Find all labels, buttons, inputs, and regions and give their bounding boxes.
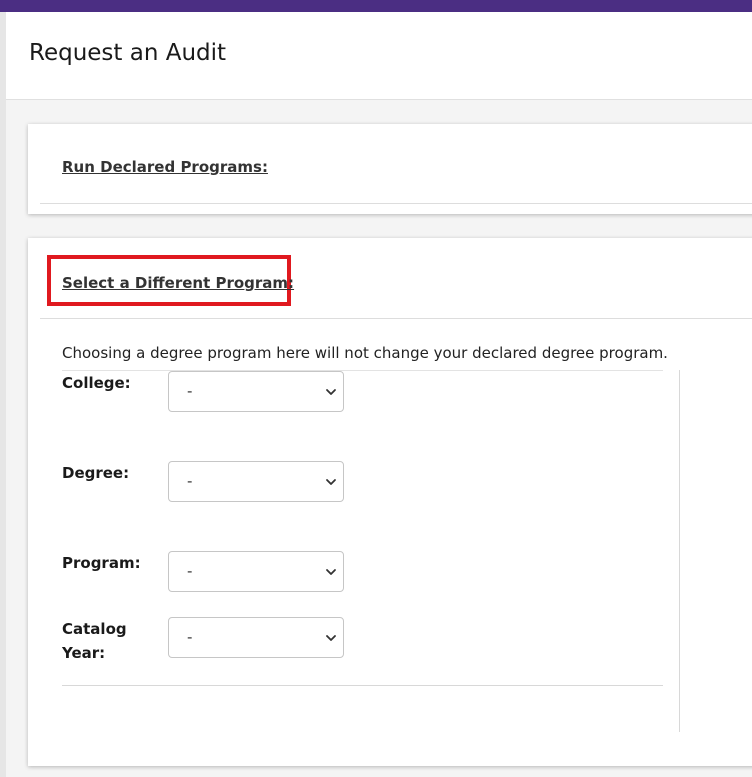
degree-select-value: - xyxy=(187,472,193,490)
chevron-down-icon xyxy=(326,569,336,575)
run-declared-programs-link[interactable]: Run Declared Programs: xyxy=(62,158,268,176)
program-select-value: - xyxy=(187,562,193,580)
chevron-down-icon xyxy=(326,389,336,395)
page-title: Request an Audit xyxy=(29,40,227,66)
chevron-down-icon xyxy=(326,479,336,485)
catalog-year-label: Catalog Year: xyxy=(62,617,127,665)
college-select-value: - xyxy=(187,382,193,400)
degree-label: Degree: xyxy=(62,464,130,482)
catalog-year-label-line2: Year: xyxy=(62,644,106,662)
program-selection-form: College: - Degree: - Program: - Catalog xyxy=(62,370,663,686)
program-change-note: Choosing a degree program here will not … xyxy=(62,344,668,362)
catalog-year-select-value: - xyxy=(187,628,193,646)
chevron-down-icon xyxy=(326,635,336,641)
column-divider xyxy=(679,370,680,732)
degree-select[interactable]: - xyxy=(168,461,344,502)
catalog-year-select[interactable]: - xyxy=(168,617,344,658)
brand-top-bar xyxy=(0,0,752,12)
card-divider xyxy=(40,318,752,319)
catalog-year-label-line1: Catalog xyxy=(62,620,127,638)
program-label: Program: xyxy=(62,554,141,572)
program-select[interactable]: - xyxy=(168,551,344,592)
college-select[interactable]: - xyxy=(168,371,344,412)
different-program-card: Select a Different Program: Choosing a d… xyxy=(28,238,752,766)
college-label: College: xyxy=(62,374,131,392)
card-divider xyxy=(40,203,752,204)
select-different-program-link[interactable]: Select a Different Program: xyxy=(62,274,294,292)
declared-programs-card: Run Declared Programs: xyxy=(28,124,752,214)
page-header: Request an Audit xyxy=(6,12,752,100)
